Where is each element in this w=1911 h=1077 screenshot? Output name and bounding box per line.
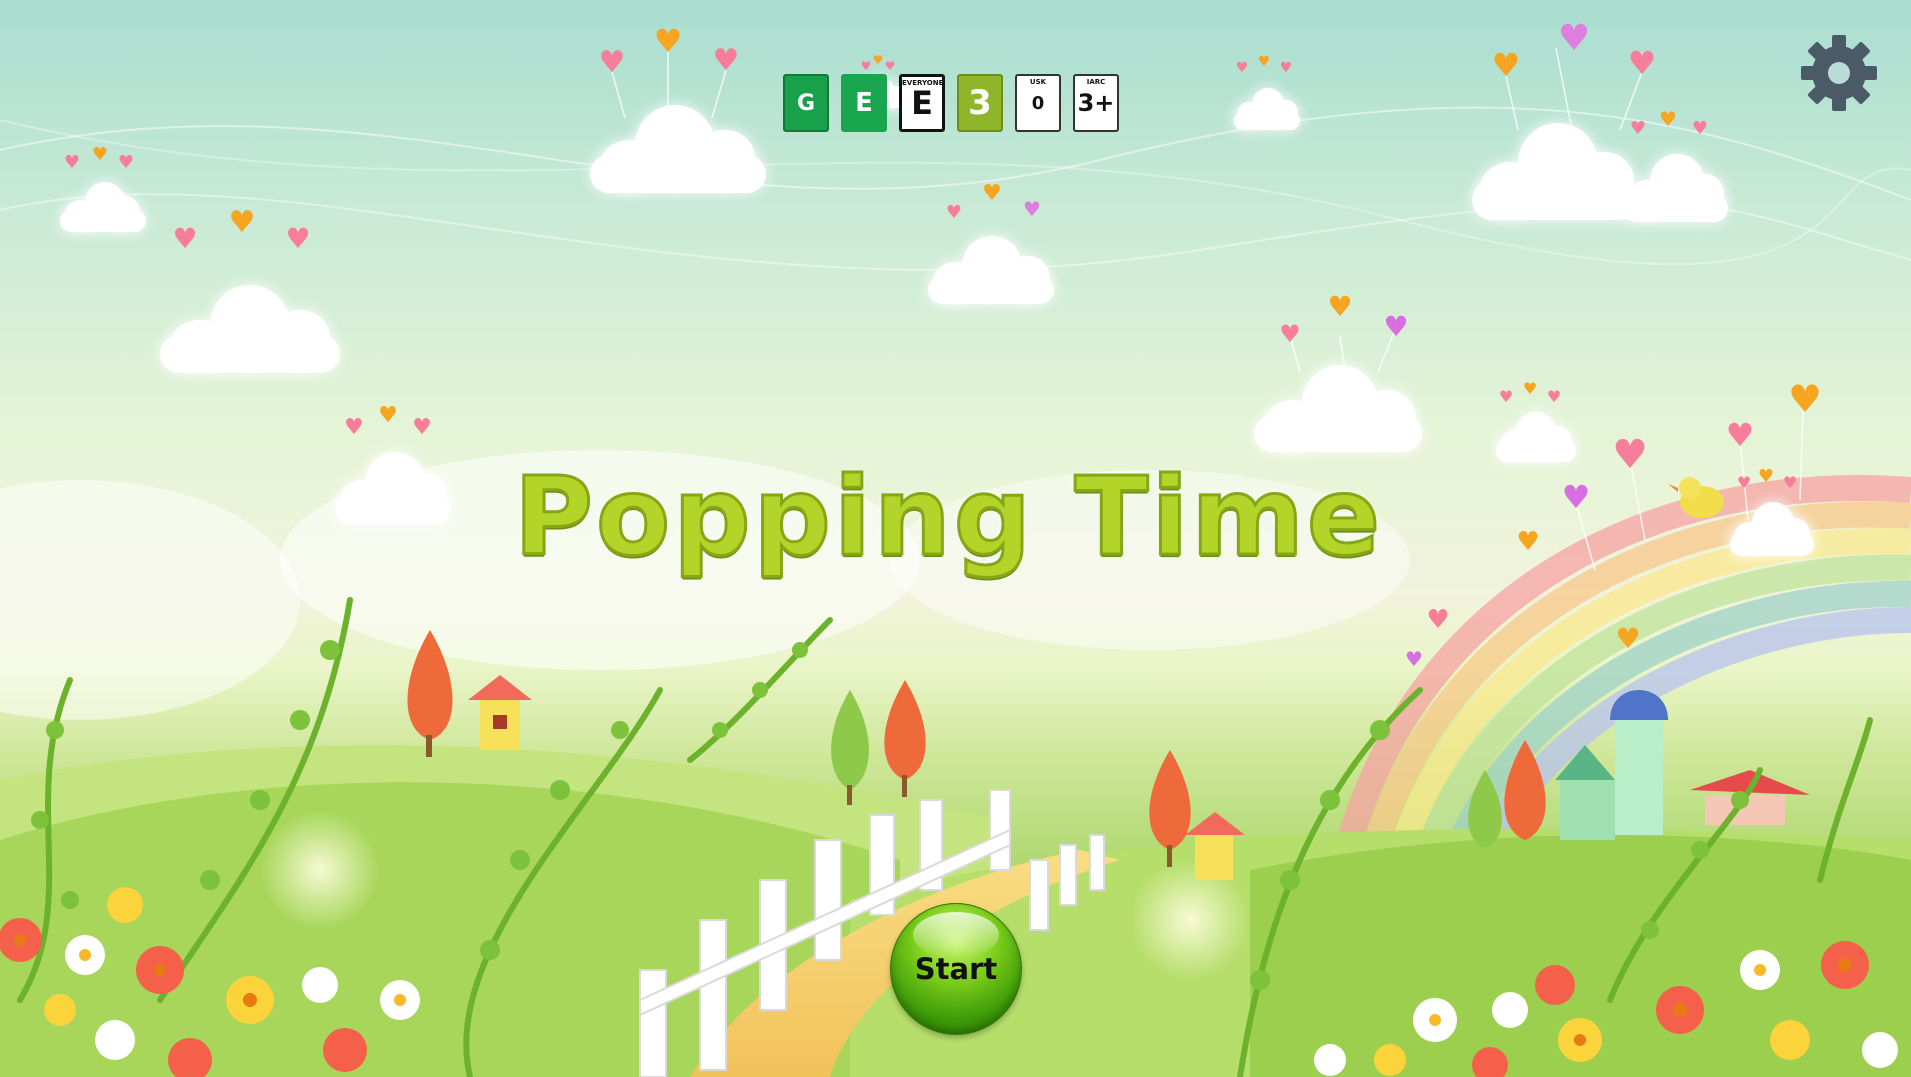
rating-label: G: [796, 90, 816, 116]
svg-text:♥: ♥: [118, 152, 134, 173]
cloud: [1254, 360, 1422, 454]
rating-pegi-badge: E: [841, 74, 887, 132]
svg-text:♥: ♥: [861, 59, 872, 73]
svg-text:♥: ♥: [946, 202, 962, 223]
gear-icon: [1801, 35, 1877, 111]
svg-text:♥: ♥: [285, 222, 310, 255]
svg-text:♥: ♥: [1788, 377, 1822, 421]
settings-button[interactable]: [1800, 34, 1878, 112]
svg-text:♥: ♥: [1405, 647, 1423, 671]
svg-text:♥: ♥: [229, 205, 256, 240]
start-button[interactable]: Start: [890, 903, 1022, 1035]
svg-text:♥: ♥: [1280, 60, 1293, 76]
rating-label: 0: [1031, 92, 1045, 114]
rating-esrb-badge: EVERYONE E: [899, 74, 945, 132]
cloud: [1472, 118, 1638, 222]
svg-text:♥: ♥: [344, 415, 364, 440]
cloud: [590, 100, 766, 195]
svg-text:♥: ♥: [412, 415, 432, 440]
svg-text:♥: ♥: [1426, 605, 1449, 635]
svg-text:♥: ♥: [92, 144, 108, 165]
rating-label: E: [855, 88, 873, 118]
svg-text:♥: ♥: [1628, 44, 1657, 82]
rating-sublabel: EVERYONE: [902, 79, 944, 87]
cloud: [1622, 152, 1728, 222]
svg-text:♥: ♥: [1258, 54, 1271, 70]
svg-text:♥: ♥: [1523, 379, 1537, 398]
svg-text:♥: ♥: [64, 152, 80, 173]
cloud: [928, 234, 1054, 304]
rating-sublabel: IARC: [1086, 78, 1106, 86]
rating-label: 3+: [1077, 89, 1115, 117]
svg-text:♥: ♥: [1492, 46, 1521, 84]
game-scene: ♥ ♥ ♥ ♥ ♥ ♥ ♥ ♥ ♥ ♥ ♥ ♥ ♥ ♥ ♥ ♥ ♥ ♥ ♥ ♥ …: [0, 0, 1911, 1077]
svg-text:♥: ♥: [1499, 387, 1513, 406]
svg-text:♥: ♥: [1279, 320, 1301, 348]
cloud: [1234, 86, 1300, 130]
svg-text:♥: ♥: [982, 181, 1002, 206]
svg-text:♥: ♥: [1692, 118, 1708, 139]
rating-label: E: [911, 84, 933, 122]
start-button-label: Start: [914, 952, 998, 986]
game-title: Popping Time: [512, 454, 1384, 582]
rating-label: 3: [968, 83, 992, 123]
svg-text:♥: ♥: [1236, 60, 1249, 76]
svg-text:♥: ♥: [172, 222, 197, 255]
svg-text:♥: ♥: [1023, 197, 1041, 221]
svg-text:♥: ♥: [654, 22, 683, 60]
svg-text:♥: ♥: [1383, 310, 1408, 343]
svg-text:♥: ♥: [1547, 387, 1561, 406]
cloud: [160, 280, 340, 375]
svg-text:♥: ♥: [1615, 622, 1640, 655]
svg-text:♥: ♥: [378, 403, 398, 428]
rating-pegi3-badge: 3: [957, 74, 1003, 132]
svg-text:♥: ♥: [1327, 290, 1352, 323]
rating-sublabel: USK: [1029, 78, 1047, 86]
rating-usk-badge: USK 0: [1015, 74, 1061, 132]
svg-text:♥: ♥: [599, 45, 626, 80]
svg-text:♥: ♥: [1659, 107, 1677, 131]
svg-text:♥: ♥: [873, 53, 884, 67]
svg-text:♥: ♥: [885, 59, 896, 73]
svg-text:♥: ♥: [1726, 416, 1755, 454]
svg-text:♥: ♥: [713, 43, 740, 78]
content-ratings: G E EVERYONE E 3 USK 0 IARC 3+: [783, 74, 1119, 132]
rating-iarc-badge: IARC 3+: [1073, 74, 1119, 132]
rating-g-badge: G: [783, 74, 829, 132]
cloud: [60, 180, 146, 232]
svg-text:♥: ♥: [1558, 18, 1590, 59]
